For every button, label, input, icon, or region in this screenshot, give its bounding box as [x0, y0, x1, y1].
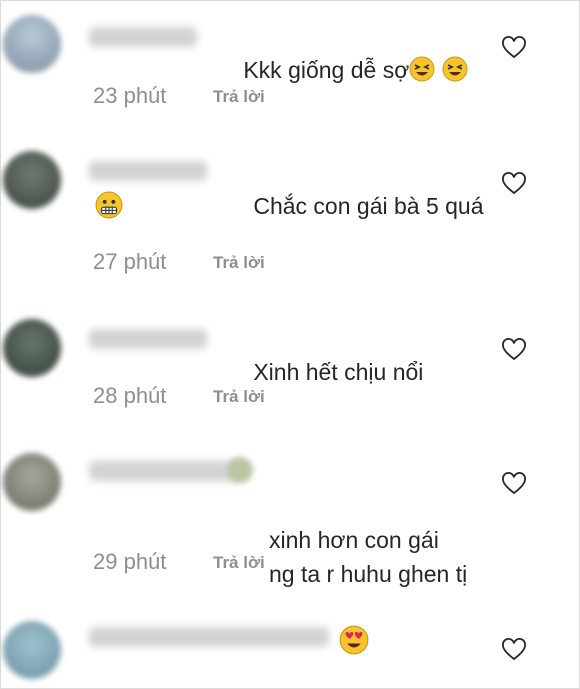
comment-text-content: xinh hơn con gái ng ta r huhu ghen tị — [269, 527, 468, 587]
like-heart-icon[interactable] — [501, 171, 527, 197]
reply-button[interactable]: Trả lời — [213, 387, 265, 407]
comment-text: Xinh hết chịu nổi — [215, 321, 423, 423]
avatar[interactable] — [3, 453, 61, 511]
username[interactable] — [89, 329, 207, 349]
comment-text-content: Xinh hết chịu nổi — [253, 359, 424, 385]
like-heart-icon[interactable] — [501, 637, 527, 663]
comment-time: 23 phút — [93, 83, 167, 108]
avatar[interactable] — [3, 319, 61, 377]
comment-list: Kkk giống dễ sợ 23 phút Trả lời Chắc con… — [0, 0, 580, 689]
reply-button[interactable]: Trả lời — [213, 553, 265, 573]
avatar[interactable] — [3, 151, 61, 209]
laughing-face-icon — [409, 56, 435, 82]
like-heart-icon[interactable] — [501, 337, 527, 363]
avatar[interactable] — [3, 621, 61, 679]
username[interactable] — [89, 627, 329, 647]
avatar[interactable] — [3, 15, 61, 73]
like-heart-icon[interactable] — [501, 35, 527, 61]
reply-button[interactable]: Trả lời — [213, 87, 265, 107]
username[interactable] — [89, 27, 197, 47]
comment-text-content: Chắc con gái bà 5 quá — [253, 193, 484, 219]
comment-time: 28 phút — [93, 383, 167, 408]
comment-text: Chắc con gái bà 5 quá — [215, 155, 484, 257]
comment-time: 29 phút — [93, 549, 167, 574]
laughing-face-icon — [442, 56, 468, 82]
heart-eyes-face-icon — [339, 625, 369, 655]
blurred-emoji — [227, 457, 253, 483]
reply-button[interactable]: Trả lời — [213, 253, 265, 273]
like-heart-icon[interactable] — [501, 471, 527, 497]
comment-time: 27 phút — [93, 249, 167, 274]
grimacing-face-icon — [95, 191, 123, 219]
username[interactable] — [89, 461, 239, 481]
comment-text-content: Kkk giống dễ sợ — [243, 57, 410, 83]
username[interactable] — [89, 161, 207, 181]
